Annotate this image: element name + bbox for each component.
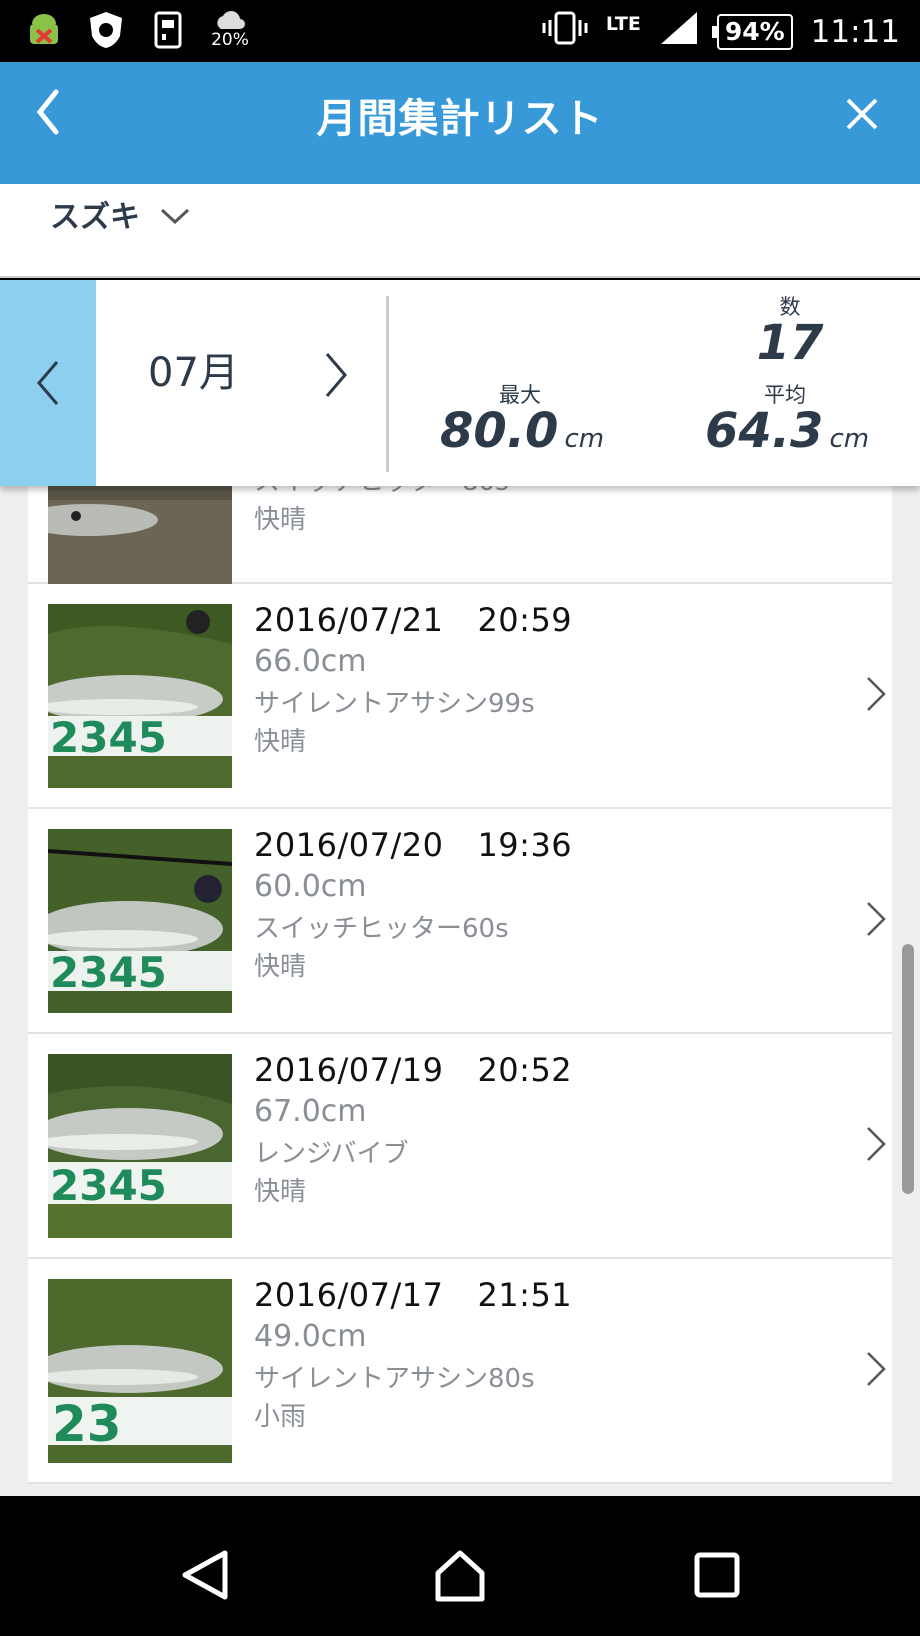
count-stat: 数 17 xyxy=(740,296,840,368)
chevron-left-icon xyxy=(37,361,59,405)
catch-date: 2016/07/20 xyxy=(254,826,444,864)
weather-percent: 20% xyxy=(211,30,249,50)
catch-size: 66.0cm xyxy=(254,644,367,679)
lure-name: サイレントアサシン99s xyxy=(254,689,535,719)
close-icon xyxy=(846,98,878,130)
species-label: スズキ xyxy=(50,200,140,235)
security-shield-icon xyxy=(86,8,126,52)
catch-photo: 23 xyxy=(48,1279,232,1463)
triangle-back-icon xyxy=(182,1550,228,1600)
app-header: 月間集計リスト xyxy=(0,62,920,184)
weather-text: 小雨 xyxy=(254,1402,307,1432)
weather-text: 快晴 xyxy=(254,505,307,535)
chevron-down-icon xyxy=(160,208,190,225)
weather-cloud-icon: 20% xyxy=(210,8,250,52)
chevron-right-icon xyxy=(867,1352,886,1386)
page-title: 月間集計リスト xyxy=(316,96,604,142)
status-bar: 20% LTE 94% 11:11 xyxy=(0,0,920,62)
avg-unit: cm xyxy=(829,424,870,454)
lure-name: スイッチヒッター80s xyxy=(254,486,509,502)
chevron-right-icon xyxy=(325,353,347,397)
weather-text: 快晴 xyxy=(254,1177,307,1207)
catch-size: 49.0cm xyxy=(254,1319,367,1354)
catch-time: 21:51 xyxy=(477,1276,573,1314)
lure-name: レンジバイブ xyxy=(254,1139,409,1169)
catch-time: 19:36 xyxy=(477,826,573,864)
chevron-right-icon xyxy=(867,677,886,711)
network-type: LTE xyxy=(605,13,641,35)
ruler-text: 2345 xyxy=(50,948,167,997)
previous-month-button[interactable] xyxy=(0,280,96,486)
current-month: 07月 xyxy=(148,350,239,396)
catch-date: 2016/07/19 xyxy=(254,1051,444,1089)
vibrate-icon xyxy=(542,10,588,54)
catch-time: 20:52 xyxy=(477,1051,573,1089)
signal-icon xyxy=(659,10,699,54)
max-value: 80.0 xyxy=(440,403,559,459)
battery-indicator: 94% xyxy=(711,14,793,50)
nav-home-button[interactable] xyxy=(425,1540,495,1610)
catch-size: 60.0cm xyxy=(254,869,367,904)
chevron-right-icon xyxy=(867,902,886,936)
catch-time: 20:59 xyxy=(477,601,573,639)
chevron-right-icon xyxy=(867,1127,886,1161)
species-selector[interactable]: スズキ xyxy=(0,184,920,278)
catch-photo xyxy=(48,486,232,584)
list-item[interactable]: 2345 2016/07/21 20:59 66.0cm サイレントアサシン99s… xyxy=(28,584,892,809)
lure-name: サイレントアサシン80s xyxy=(254,1364,535,1394)
scrollbar[interactable] xyxy=(902,944,914,1194)
clock: 11:11 xyxy=(810,14,900,50)
home-icon xyxy=(435,1550,485,1602)
system-navigation-bar xyxy=(0,1512,920,1636)
close-button[interactable] xyxy=(832,84,892,144)
list-item[interactable]: 2345 2016/07/19 20:52 67.0cm レンジバイブ 快晴 xyxy=(28,1034,892,1259)
catch-photo: 2345 xyxy=(48,829,232,1013)
next-month-button[interactable] xyxy=(310,340,362,410)
record-list[interactable]: スイッチヒッター80s 快晴 2345 201 xyxy=(0,486,920,1496)
sim-card-icon xyxy=(148,8,188,52)
nav-back-button[interactable] xyxy=(170,1540,240,1610)
catch-photo: 2345 xyxy=(48,604,232,788)
nav-recents-button[interactable] xyxy=(682,1540,752,1610)
ruler-text: 23 xyxy=(52,1395,122,1453)
list-item[interactable]: 2345 2016/07/20 19:36 60.0cm スイッチヒッター60s … xyxy=(28,809,892,1034)
catch-date: 2016/07/21 xyxy=(254,601,444,639)
weather-text: 快晴 xyxy=(254,952,307,982)
ruler-text: 2345 xyxy=(50,713,167,762)
monthly-summary: 07月 数 17 最大 80.0 cm 平均 64.3 cm xyxy=(0,280,920,486)
max-unit: cm xyxy=(564,424,605,454)
catch-size: 67.0cm xyxy=(254,1094,367,1129)
catch-date: 2016/07/17 xyxy=(254,1276,444,1314)
lure-name: スイッチヒッター60s xyxy=(254,914,509,944)
recents-square-icon xyxy=(694,1552,740,1598)
avg-value: 64.3 xyxy=(705,403,824,459)
android-debug-icon xyxy=(24,8,64,52)
list-item[interactable]: 23 2016/07/17 21:51 49.0cm サイレントアサシン80s 小… xyxy=(28,1259,892,1484)
divider xyxy=(386,296,389,472)
list-item[interactable]: スイッチヒッター80s 快晴 xyxy=(28,486,892,584)
catch-photo: 2345 xyxy=(48,1054,232,1238)
weather-text: 快晴 xyxy=(254,727,307,757)
count-value: 17 xyxy=(756,315,824,371)
ruler-text: 2345 xyxy=(50,1161,167,1210)
max-stat: 最大 80.0 cm xyxy=(440,384,604,464)
avg-stat: 平均 64.3 cm xyxy=(705,384,869,464)
